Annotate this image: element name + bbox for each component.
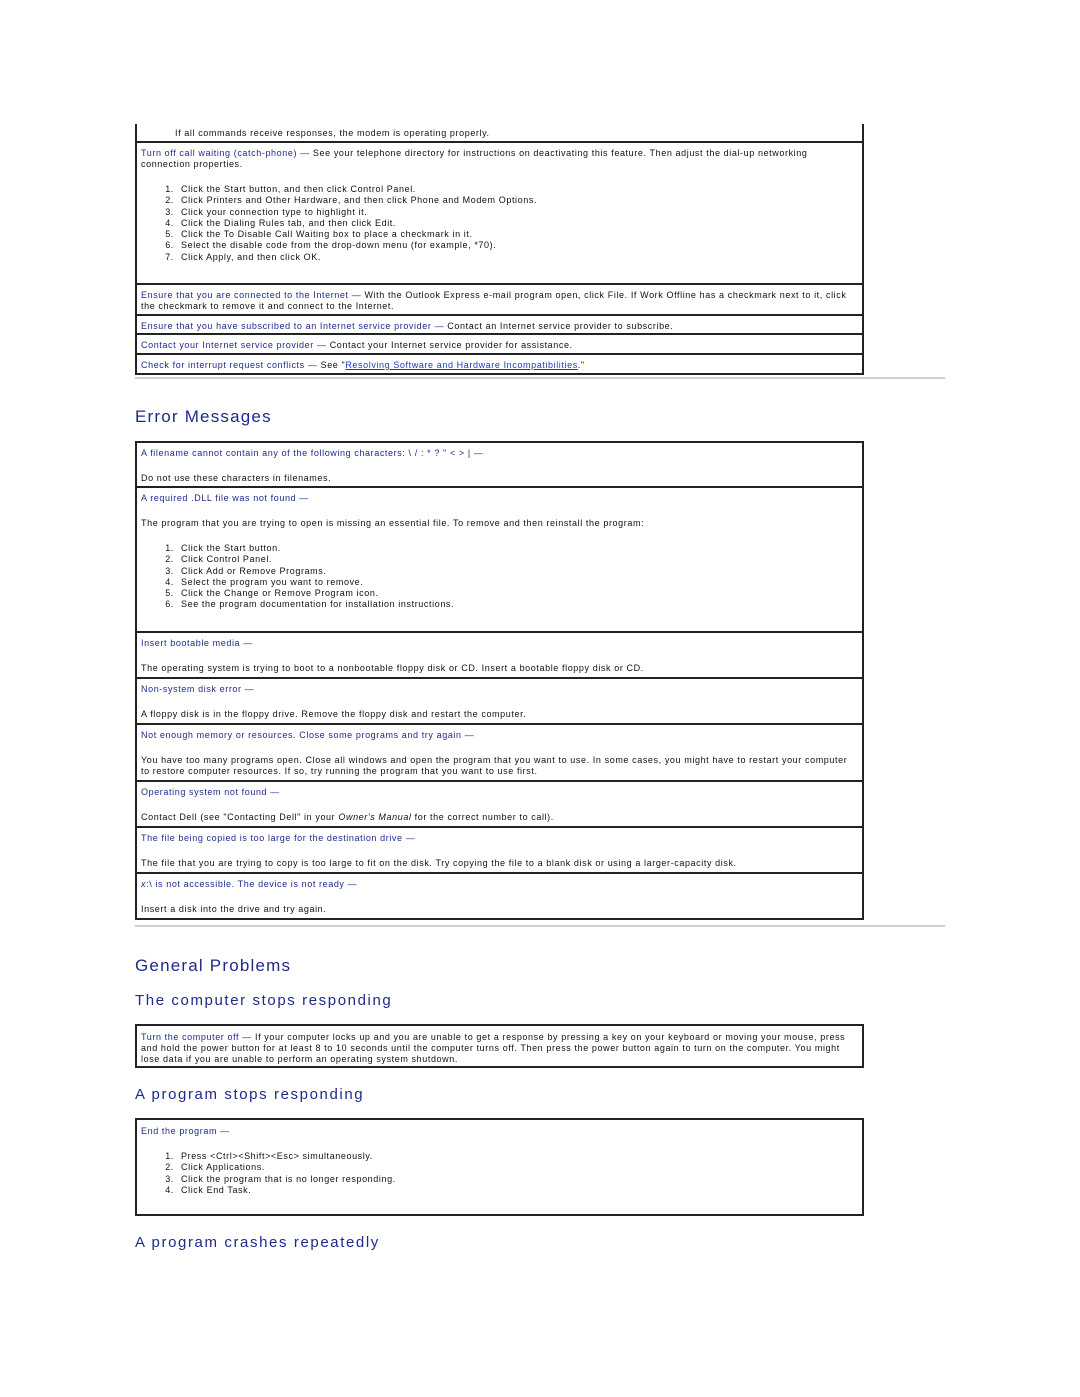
table-row: Contact your Internet service provider —… [137,335,862,355]
row-term: Operating system not found [141,787,268,797]
list-item: Click End Task. [177,1185,858,1196]
row-description-suffix: ." [577,360,585,370]
list-item: Click the Dialing Rules tab, and then cl… [177,218,858,229]
incompatibilities-link[interactable]: Resolving Software and Hardware Incompat… [345,360,578,370]
table-row: End the program — Press <Ctrl><Shift><Es… [137,1118,862,1216]
section-divider [135,377,945,379]
dash: — [464,730,475,740]
section-divider [135,925,945,927]
list-item: Click the Change or Remove Program icon. [177,588,858,599]
dash: — [405,833,416,843]
list-item: Click your connection type to highlight … [177,207,858,218]
row-term: Insert bootable media [141,638,241,648]
list-item: Click Printers and Other Hardware, and t… [177,195,858,206]
row-term: End the program [141,1126,218,1136]
list-item: Click Control Panel. [177,554,858,565]
list-item: Click the program that is no longer resp… [177,1174,858,1185]
row-description: Insert a disk into the drive and try aga… [141,904,327,914]
table-row: A filename cannot contain any of the fol… [137,441,862,488]
modem-troubleshooting-table: If all commands receive responses, the m… [135,124,864,375]
computer-stops-heading: The computer stops responding [135,992,393,1009]
row-description: A floppy disk is in the floppy drive. Re… [141,709,527,719]
table-row: Non-system disk error — A floppy disk is… [137,679,862,725]
table-row: x:\ is not accessible. The device is not… [137,874,862,920]
row-description: The program that you are trying to open … [141,518,645,528]
program-stops-heading: A program stops responding [135,1086,365,1103]
dash: — [347,879,358,889]
error-messages-table: A filename cannot contain any of the fol… [135,441,864,920]
row-term: Not enough memory or resources. Close so… [141,730,462,740]
program-crashes-heading: A program crashes repeatedly [135,1234,380,1251]
row-description: Contact your Internet service provider f… [329,340,573,350]
dash: — [299,493,309,503]
table-row: Check for interrupt request conflicts — … [137,355,862,375]
row-description: Contact an Internet service provider to … [447,321,674,331]
row-term: Non-system disk error [141,684,242,694]
list-item: Click Apply, and then click OK. [177,252,858,263]
list-item: Click the To Disable Call Waiting box to… [177,229,858,240]
table-row: Turn off call waiting (catch-phone) — Se… [137,143,862,285]
dash: — [351,290,362,300]
list-item: Press <Ctrl><Shift><Esc> simultaneously. [177,1151,858,1162]
row-term: A filename cannot contain any of the fol… [141,448,471,458]
row-description: The file that you are trying to copy is … [141,858,737,868]
table-row: Turn the computer off — If your computer… [137,1024,862,1068]
dash: — [270,787,280,797]
row-term: Turn the computer off [141,1032,240,1042]
table-row: Operating system not found — Contact Del… [137,782,862,828]
row-term: Ensure that you are connected to the Int… [141,290,349,300]
dash: — [244,684,255,694]
row-term: Turn off call waiting (catch-phone) [141,148,298,158]
list-item: Select the program you want to remove. [177,577,858,588]
steps-list: Click the Start button, and then click C… [141,184,858,263]
list-item: Click Add or Remove Programs. [177,566,858,577]
owners-manual-title: Owner's Manual [338,812,412,822]
modem-note-text: If all commands receive responses, the m… [175,128,490,138]
program-stops-table: End the program — Press <Ctrl><Shift><Es… [135,1118,864,1216]
row-description: The operating system is trying to boot t… [141,663,644,673]
table-row: A required .DLL file was not found — The… [137,488,862,633]
dash: — [316,340,327,350]
dash: — [307,360,318,370]
dash: — [434,321,445,331]
general-problems-heading: General Problems [135,956,292,975]
error-messages-heading: Error Messages [135,407,272,426]
dash: — [220,1126,230,1136]
table-row: Ensure that you are connected to the Int… [137,285,862,316]
steps-list: Press <Ctrl><Shift><Esc> simultaneously.… [141,1151,858,1196]
dash: — [243,638,253,648]
steps-list: Click the Start button. Click Control Pa… [141,543,858,611]
row-term: Check for interrupt request conflicts [141,360,305,370]
table-row: Not enough memory or resources. Close so… [137,725,862,782]
list-item: Click the Start button. [177,543,858,554]
row-term: A required .DLL file was not found [141,493,297,503]
row-description-prefix: Contact Dell (see "Contacting Dell" in y… [141,812,339,822]
table-row: Insert bootable media — The operating sy… [137,633,862,679]
row-description-prefix: See " [320,360,346,370]
modem-note-row: If all commands receive responses, the m… [137,124,862,143]
row-term: Ensure that you have subscribed to an In… [141,321,432,331]
row-term: :\ is not accessible. The device is not … [146,879,345,889]
list-item: Select the disable code from the drop-do… [177,240,858,251]
list-item: Click Applications. [177,1162,858,1173]
list-item: Click the Start button, and then click C… [177,184,858,195]
row-term: The file being copied is too large for t… [141,833,403,843]
dash: — [300,148,310,158]
row-description-suffix: for the correct number to call). [411,812,554,822]
row-term: Contact your Internet service provider [141,340,314,350]
row-description: Do not use these characters in filenames… [141,473,332,483]
table-row: The file being copied is too large for t… [137,828,862,874]
row-description: You have too many programs open. Close a… [141,755,848,776]
list-item: See the program documentation for instal… [177,599,858,610]
computer-stops-table: Turn the computer off — If your computer… [135,1024,864,1068]
table-row: Ensure that you have subscribed to an In… [137,316,862,335]
dash: — [473,448,484,458]
dash: — [242,1032,252,1042]
